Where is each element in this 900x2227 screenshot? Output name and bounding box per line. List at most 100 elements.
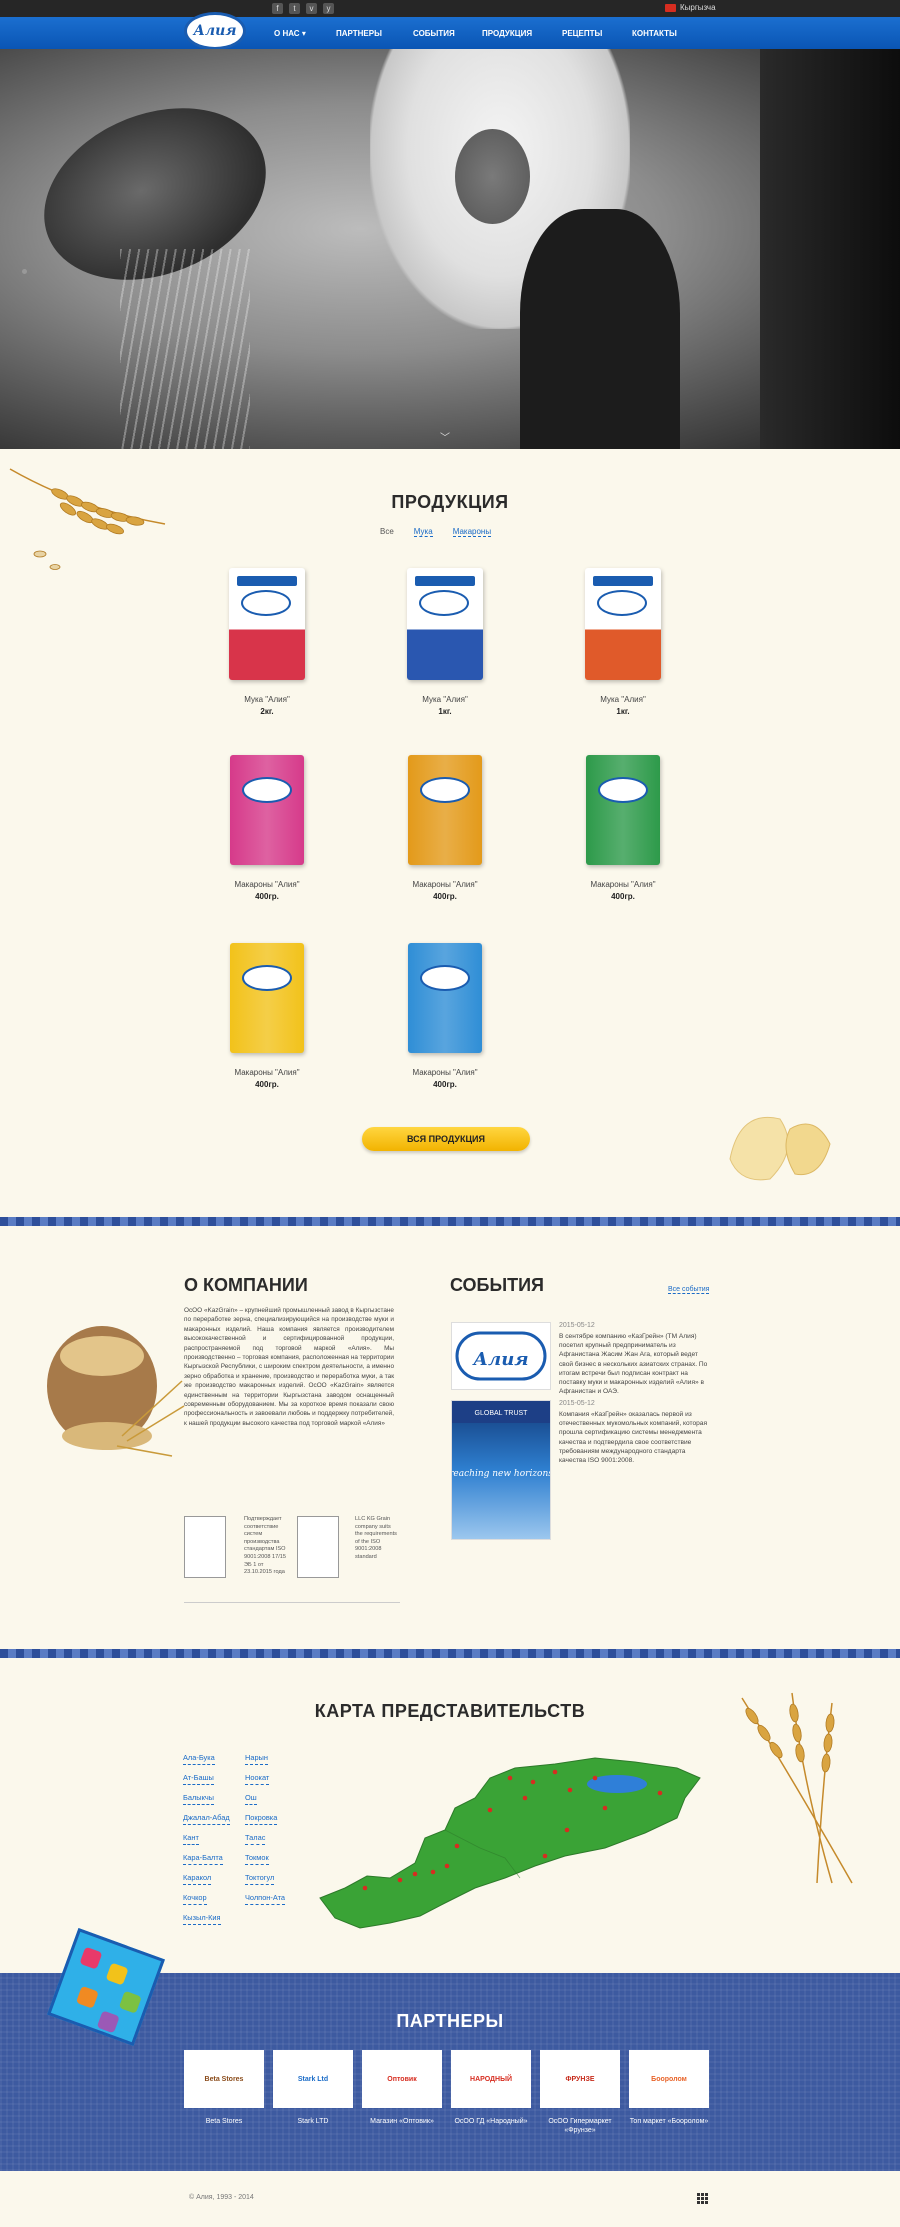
grid-menu-icon[interactable]: [697, 2193, 708, 2204]
logo[interactable]: Алия: [184, 12, 246, 50]
product-card[interactable]: Макароны "Алия" 400гр.: [187, 943, 347, 1089]
partner-card[interactable]: Оптовик Магазин «Оптовик»: [362, 2050, 442, 2126]
city-link[interactable]: Токмок: [245, 1852, 269, 1865]
partner-name: ОсОО ГД «Народный»: [454, 2118, 528, 2125]
city-link[interactable]: Нарын: [245, 1752, 268, 1765]
city-link[interactable]: Ош: [245, 1792, 257, 1805]
product-name: Мука "Алия": [422, 695, 468, 704]
product-weight: 400гр.: [255, 1080, 279, 1089]
facebook-icon[interactable]: f: [272, 3, 283, 14]
nav-contacts[interactable]: КОНТАКТЫ: [632, 29, 677, 38]
partner-logo-text: Оптовик: [387, 2075, 417, 2083]
twitter-icon[interactable]: t: [289, 3, 300, 14]
product-image: [229, 568, 305, 680]
city-link[interactable]: Чолпон-Ата: [245, 1892, 286, 1905]
product-name: Макароны "Алия": [590, 880, 656, 889]
nav-products[interactable]: ПРОДУКЦИЯ: [482, 29, 562, 38]
city-link[interactable]: Кант: [183, 1832, 199, 1845]
event-image[interactable]: Алия: [451, 1322, 551, 1390]
products-title: ПРОДУКЦИЯ: [391, 492, 509, 512]
city-link[interactable]: Ат-Башы: [183, 1772, 214, 1785]
city-link[interactable]: Каракол: [183, 1872, 212, 1885]
event-text: Компания «КазГрейн» оказалась первой из …: [559, 1411, 708, 1465]
city-link[interactable]: Джалал-Абад: [183, 1812, 230, 1825]
product-card[interactable]: Мука "Алия" 1кг.: [365, 568, 525, 716]
certificate-image[interactable]: [297, 1516, 339, 1578]
slider-dot[interactable]: [22, 269, 27, 274]
city-link[interactable]: Покровка: [245, 1812, 278, 1825]
nav-partners[interactable]: ПАРТНЕРЫ: [336, 29, 413, 38]
chevron-down-icon: ▾: [301, 28, 306, 38]
partner-card[interactable]: Beta Stores Beta Stores: [184, 2050, 264, 2126]
partner-logo: Бооролом: [629, 2050, 709, 2108]
product-name: Макароны "Алия": [234, 880, 300, 889]
product-card[interactable]: Макароны "Алия" 400гр.: [543, 755, 703, 901]
partner-card[interactable]: Бооролом Топ маркет «Бооролом»: [629, 2050, 709, 2126]
about-events-section: О КОМПАНИИ ОсОО «KazGrain» – крупнейший …: [0, 1226, 900, 1649]
wheat-decoration-icon: [9, 468, 166, 570]
product-image: [407, 568, 483, 680]
city-link[interactable]: Талас: [245, 1832, 266, 1845]
product-image: [230, 755, 304, 865]
footer: © Алия, 1993 - 2014: [0, 2171, 900, 2227]
pasta-decoration-icon: [729, 1116, 831, 1181]
city-link[interactable]: Балыкчы: [183, 1792, 214, 1805]
event-text: В сентябре компанию «КазГрейн» (ТМ Алия)…: [559, 1333, 708, 1396]
product-image: [408, 755, 482, 865]
nav-about-label: О НАС: [274, 28, 300, 38]
partner-card[interactable]: Stark Ltd Stark LTD: [273, 2050, 353, 2126]
all-products-button[interactable]: ВСЯ ПРОДУКЦИЯ: [362, 1127, 530, 1151]
language-switcher[interactable]: Кыргызча: [665, 3, 716, 12]
product-card[interactable]: Мука "Алия" 1кг.: [543, 568, 703, 716]
nav-about[interactable]: О НАС ▾: [274, 29, 336, 38]
product-card[interactable]: Мука "Алия" 2кг.: [187, 568, 347, 716]
product-weight: 400гр.: [433, 892, 457, 901]
divider: [184, 1602, 400, 1603]
scroll-down-icon[interactable]: ﹀: [440, 429, 450, 444]
filter-pasta[interactable]: Макароны: [452, 527, 492, 537]
filter-all[interactable]: Все: [380, 527, 394, 537]
partner-logo-text: Beta Stores: [204, 2075, 244, 2083]
city-link[interactable]: Кочкор: [183, 1892, 207, 1905]
hero-photo-face: [455, 129, 530, 224]
partner-card[interactable]: ФРУНЗЕ ОсОО Гипермаркет «Фрунзе»: [540, 2050, 620, 2135]
vk-icon[interactable]: v: [306, 3, 317, 14]
event-image[interactable]: GLOBAL TRUST reaching new horizons: [449, 1400, 553, 1540]
city-link[interactable]: Токтогул: [245, 1872, 275, 1885]
partner-name: Магазин «Оптовик»: [370, 2118, 434, 2125]
certificate-image[interactable]: [184, 1516, 226, 1578]
events-title: СОБЫТИЯ: [450, 1275, 544, 1295]
aliya-logo-icon: Алия: [455, 1331, 547, 1381]
global-trust-banner: GLOBAL TRUST reaching new horizons: [449, 1401, 553, 1539]
partner-card[interactable]: НАРОДНЫЙ ОсОО ГД «Народный»: [451, 2050, 531, 2126]
city-link[interactable]: Кызыл-Кия: [183, 1912, 221, 1925]
filter-flour[interactable]: Мука: [413, 527, 433, 537]
youtube-icon[interactable]: y: [323, 3, 334, 14]
event-logo-text: Алия: [471, 1349, 528, 1370]
city-link[interactable]: Ноокат: [245, 1772, 270, 1785]
nav-recipes[interactable]: РЕЦЕПТЫ: [562, 29, 632, 38]
product-card[interactable]: Макароны "Алия" 400гр.: [365, 755, 525, 901]
product-card[interactable]: Макароны "Алия" 400гр.: [187, 755, 347, 901]
hero-photo-grain: [120, 249, 250, 449]
certificate-caption: LLC KG Grain company suits the requireme…: [355, 1516, 397, 1560]
horizons-text: reaching new horizons: [452, 1469, 550, 1479]
main-navigation: Алия О НАС ▾ ПАРТНЕРЫ СОБЫТИЯ ПРОДУКЦИЯ …: [0, 12, 900, 50]
partner-logo: ФРУНЗЕ: [540, 2050, 620, 2108]
product-weight: 1кг.: [438, 707, 452, 716]
social-links: f t v y: [272, 3, 334, 14]
city-link[interactable]: Кара-Балта: [183, 1852, 223, 1865]
partner-logo: НАРОДНЫЙ: [451, 2050, 531, 2108]
kyrgyzstan-map[interactable]: [305, 1738, 710, 1933]
product-card[interactable]: Макароны "Алия" 400гр.: [365, 943, 525, 1089]
nav-events[interactable]: СОБЫТИЯ: [413, 29, 482, 38]
partners-section: ПАРТНЕРЫ Beta Stores Beta Stores Stark L…: [0, 1928, 900, 2171]
kyrgyz-flag-icon: [665, 3, 676, 12]
product-image: [408, 943, 482, 1053]
product-weight: 2кг.: [260, 707, 274, 716]
partner-logo: Оптовик: [362, 2050, 442, 2108]
all-events-link[interactable]: Все события: [668, 1286, 710, 1294]
city-list-1: Ала-Бука Ат-Башы Балыкчы Джалал-Абад Кан…: [183, 1752, 230, 1925]
product-image: [585, 568, 661, 680]
city-link[interactable]: Ала-Бука: [183, 1752, 215, 1765]
